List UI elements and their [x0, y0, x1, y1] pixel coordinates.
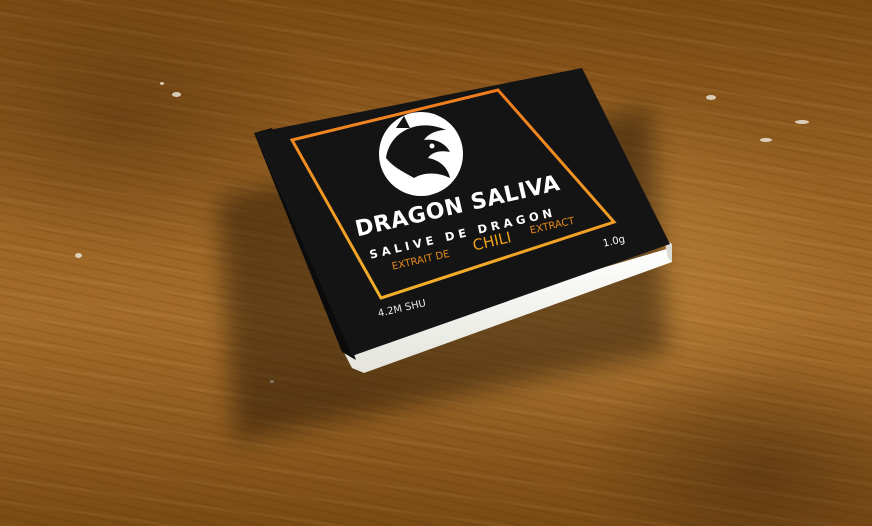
- dragon-saliva-box: [254, 68, 672, 373]
- dragon-head-logo-icon: [379, 112, 463, 196]
